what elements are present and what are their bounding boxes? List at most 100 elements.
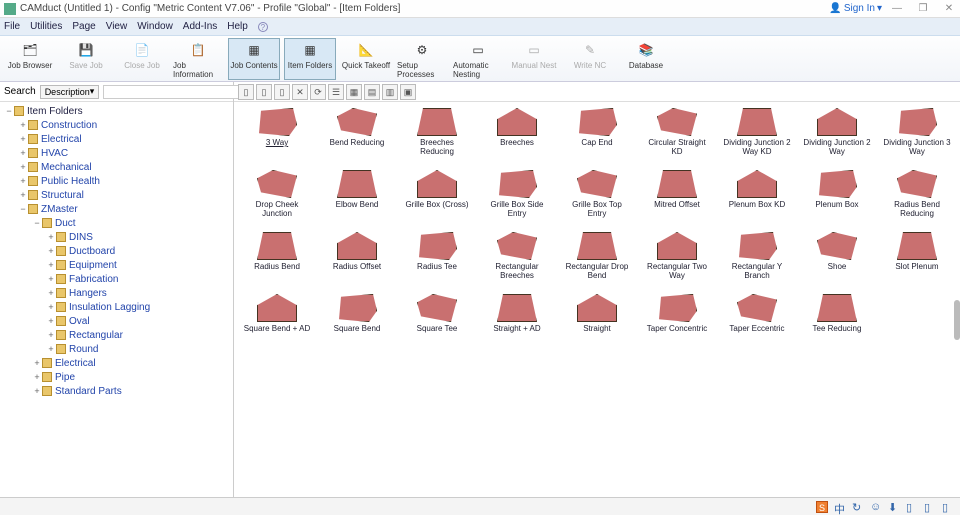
tree-node-structural[interactable]: +Structural [0,188,233,202]
gallery-item[interactable]: Elbow Bend [318,170,396,228]
tree-node-hangers[interactable]: +Hangers [0,286,233,300]
toolbar-setup-processes[interactable]: ⚙Setup Processes [396,38,448,80]
tree-node-zmaster[interactable]: −ZMaster [0,202,233,216]
tree-node-ductboard[interactable]: +Ductboard [0,244,233,258]
tray-icon-6[interactable]: ▯ [924,501,936,513]
menu-view[interactable]: View [106,21,128,32]
expand-toggle[interactable]: + [18,148,28,158]
expand-toggle[interactable]: + [18,190,28,200]
expand-toggle[interactable]: + [18,134,28,144]
gallery-item[interactable]: Rectangular Two Way [638,232,716,290]
gallery-item[interactable]: Breeches [478,108,556,166]
gallery-item[interactable]: Radius Bend [238,232,316,290]
expand-toggle[interactable]: + [46,330,56,340]
tree-node-mechanical[interactable]: +Mechanical [0,160,233,174]
gallery-item[interactable]: Plenum Box KD [718,170,796,228]
gallery-item[interactable]: Tee Reducing [798,294,876,352]
gallery-item[interactable]: Dividing Junction 2 Way KD [718,108,796,166]
tray-icon-2[interactable]: ↻ [852,501,864,513]
gallery-item[interactable]: Square Bend + AD [238,294,316,352]
gallery-item[interactable]: Slot Plenum [878,232,956,290]
tree-node-electrical[interactable]: +Electrical [0,356,233,370]
gallery-tool-btn-6[interactable]: ▦ [346,84,362,100]
gallery-item[interactable]: Dividing Junction 2 Way [798,108,876,166]
menu-help[interactable]: Help [227,21,248,32]
expand-toggle[interactable]: + [18,162,28,172]
tree-node-fabrication[interactable]: +Fabrication [0,272,233,286]
expand-toggle[interactable]: + [46,260,56,270]
search-field-dropdown[interactable]: Description ▾ [40,85,100,99]
expand-toggle[interactable]: + [46,246,56,256]
toolbar-job-contents[interactable]: ▦Job Contents [228,38,280,80]
tree-node-construction[interactable]: +Construction [0,118,233,132]
gallery-item[interactable]: Straight + AD [478,294,556,352]
gallery-item[interactable]: Dividing Junction 3 Way [878,108,956,166]
menu-file[interactable]: File [4,21,20,32]
tray-icon-0[interactable]: S [816,501,828,513]
expand-toggle[interactable]: + [32,372,42,382]
gallery-item[interactable]: Circular Straight KD [638,108,716,166]
gallery-item[interactable]: Radius Offset [318,232,396,290]
expand-toggle[interactable]: + [32,386,42,396]
expand-toggle[interactable]: − [4,106,14,116]
gallery-item[interactable]: Straight [558,294,636,352]
gallery-tool-btn-4[interactable]: ⟳ [310,84,326,100]
tree-node-public-health[interactable]: +Public Health [0,174,233,188]
tree-node-standard-parts[interactable]: +Standard Parts [0,384,233,398]
gallery-tool-btn-2[interactable]: ▯ [274,84,290,100]
close-button[interactable]: ✕ [942,3,956,14]
expand-toggle[interactable]: − [32,218,42,228]
toolbar-automatic-nesting[interactable]: ▭Automatic Nesting [452,38,504,80]
menu-utilities[interactable]: Utilities [30,21,62,32]
menu-add-ins[interactable]: Add-Ins [183,21,217,32]
menu-window[interactable]: Window [137,21,173,32]
gallery-item[interactable]: Rectangular Y Branch [718,232,796,290]
tray-icon-5[interactable]: ▯ [906,501,918,513]
gallery-item[interactable]: Grille Box (Cross) [398,170,476,228]
tree-node-dins[interactable]: +DINS [0,230,233,244]
gallery-tool-btn-5[interactable]: ☰ [328,84,344,100]
sign-in-link[interactable]: 👤 Sign In ▾ [829,3,882,14]
tray-icon-1[interactable]: 中 [834,501,846,513]
expand-toggle[interactable]: + [18,120,28,130]
gallery-tool-btn-1[interactable]: ▯ [256,84,272,100]
gallery-tool-btn-7[interactable]: ▤ [364,84,380,100]
toolbar-item-folders[interactable]: ▦Item Folders [284,38,336,80]
tree-node-electrical[interactable]: +Electrical [0,132,233,146]
gallery-item[interactable]: 3 Way [238,108,316,166]
tree-node-hvac[interactable]: +HVAC [0,146,233,160]
toolbar-job-browser[interactable]: 🗂Job Browser [4,38,56,80]
gallery-item[interactable]: Rectangular Breeches [478,232,556,290]
expand-toggle[interactable]: + [46,316,56,326]
tray-icon-7[interactable]: ▯ [942,501,954,513]
gallery-item[interactable]: Taper Concentric [638,294,716,352]
gallery-item[interactable]: Grille Box Top Entry [558,170,636,228]
expand-toggle[interactable]: + [46,344,56,354]
gallery-item[interactable]: Breeches Reducing [398,108,476,166]
tree-node-item-folders[interactable]: −Item Folders [0,104,233,118]
gallery-item[interactable]: Square Tee [398,294,476,352]
gallery-item[interactable]: Shoe [798,232,876,290]
expand-toggle[interactable]: + [46,274,56,284]
gallery-item[interactable]: Drop Cheek Junction [238,170,316,228]
gallery-item[interactable]: Radius Tee [398,232,476,290]
gallery-item[interactable]: Bend Reducing [318,108,396,166]
tree-node-duct[interactable]: −Duct [0,216,233,230]
tree-node-insulation-lagging[interactable]: +Insulation Lagging [0,300,233,314]
gallery-item[interactable]: Square Bend [318,294,396,352]
toolbar-job-information[interactable]: 📋Job Information [172,38,224,80]
expand-toggle[interactable]: + [46,288,56,298]
tray-icon-4[interactable]: ⬇ [888,501,900,513]
tree-node-rectangular[interactable]: +Rectangular [0,328,233,342]
toolbar-quick-takeoff[interactable]: 📐Quick Takeoff [340,38,392,80]
restore-button[interactable]: ❐ [916,3,930,14]
menu-page[interactable]: Page [72,21,95,32]
expand-toggle[interactable]: + [32,358,42,368]
expand-toggle[interactable]: − [18,204,28,214]
tray-icon-3[interactable]: ☺ [870,501,882,513]
gallery-item[interactable]: Radius Bend Reducing [878,170,956,228]
gallery-item[interactable]: Rectangular Drop Bend [558,232,636,290]
gallery-tool-btn-9[interactable]: ▣ [400,84,416,100]
expand-toggle[interactable]: + [46,302,56,312]
tree-node-round[interactable]: +Round [0,342,233,356]
